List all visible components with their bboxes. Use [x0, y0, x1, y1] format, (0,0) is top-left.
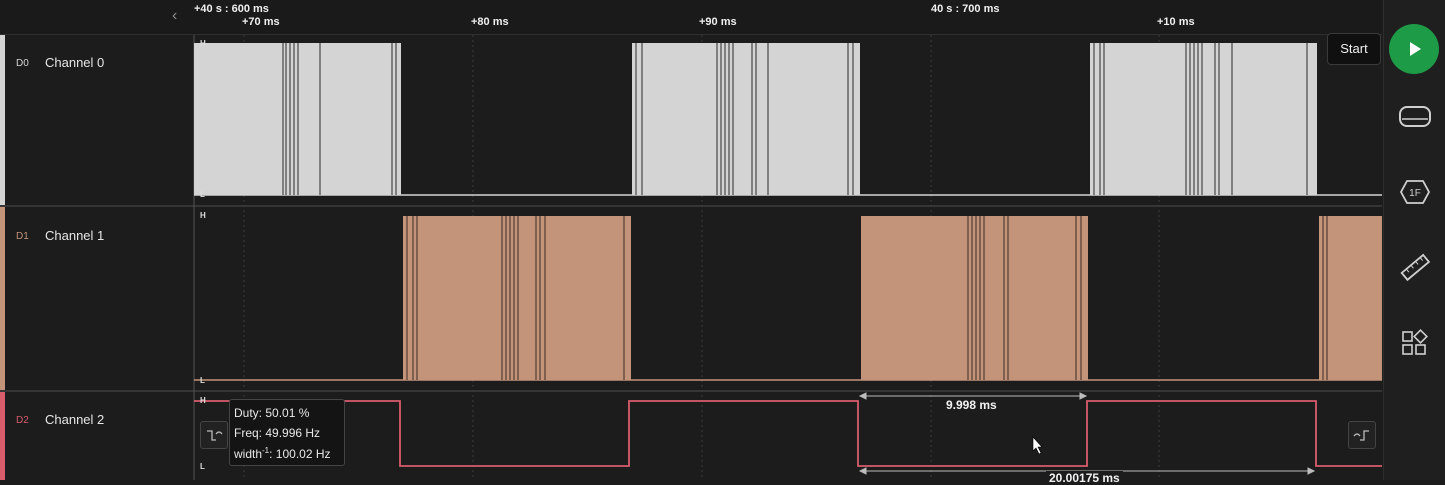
rising-edge-icon [1353, 430, 1369, 441]
d2-waveform [194, 400, 1382, 467]
device-icon[interactable] [1398, 99, 1432, 133]
start-button[interactable] [1389, 24, 1439, 74]
pulse-width-label: 9.998 ms [946, 398, 997, 412]
svg-text:1F: 1F [1409, 188, 1421, 199]
d1-burst [861, 216, 1088, 380]
d2-low-marker: L [200, 462, 205, 471]
falling-edge-icon [207, 430, 223, 441]
d1-bursts [403, 216, 1382, 380]
tooltip-width: width-1: 100.02 Hz [234, 446, 331, 461]
period-label: 20.00175 ms [1046, 471, 1123, 485]
d0-burst [1090, 43, 1317, 195]
tooltip-freq: Freq: 49.996 Hz [234, 426, 321, 440]
measurement-tooltip: Duty: 50.01 % Freq: 49.996 Hz width-1: 1… [229, 399, 345, 466]
d0-burst [632, 43, 860, 195]
play-icon [1410, 42, 1421, 56]
analyzer-1f-icon[interactable]: 1F [1398, 175, 1432, 209]
trigger-falling-edge-button[interactable] [200, 421, 228, 449]
trigger-rising-edge-button[interactable] [1348, 421, 1376, 449]
d2-high-marker: H [200, 396, 206, 405]
extensions-icon[interactable] [1398, 326, 1432, 360]
d0-high-marker: H [200, 39, 206, 48]
waveform-area[interactable] [0, 0, 1382, 480]
d0-low-marker: L [200, 190, 205, 199]
d1-low-marker: L [200, 376, 205, 385]
d1-burst [1319, 216, 1382, 380]
mouse-cursor-icon [1032, 436, 1043, 455]
ruler-icon[interactable] [1398, 250, 1432, 284]
d1-high-marker: H [200, 211, 206, 220]
tooltip-duty: Duty: 50.01 % [234, 406, 310, 420]
start-tooltip: Start [1327, 33, 1381, 65]
d1-burst [403, 216, 631, 380]
